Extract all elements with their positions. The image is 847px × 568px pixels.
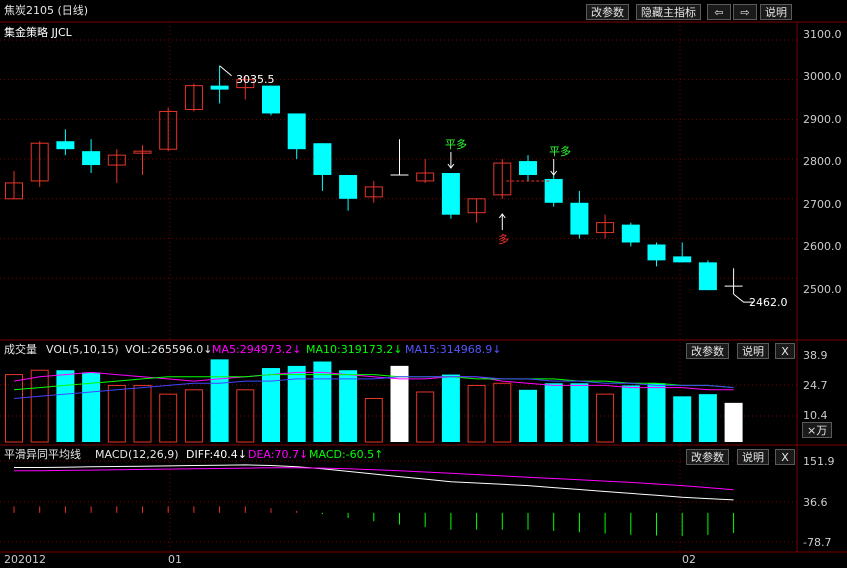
- price-tick: 2700.0: [803, 198, 842, 211]
- annotations: [219, 65, 754, 303]
- vol-ma5: MA5:294973.2↓: [212, 343, 302, 356]
- candles: [5, 65, 743, 295]
- macd-params-button[interactable]: 改参数: [686, 449, 729, 465]
- grid-lines: [0, 21, 847, 553]
- vol-tick: 38.9: [803, 349, 828, 362]
- volume-bar-down: [441, 374, 460, 442]
- macd-diff: DIFF:40.4↓: [186, 448, 247, 461]
- candle-body-down: [262, 85, 280, 114]
- volume-bar-down: [56, 370, 75, 442]
- volume-bar-up: [596, 393, 615, 443]
- volume-bar-down: [287, 365, 306, 442]
- candle-body-down: [698, 262, 717, 291]
- volume-bar-down: [519, 389, 537, 442]
- price-tick: 3100.0: [803, 28, 842, 41]
- volume-bar-up: [159, 393, 178, 443]
- candle-body-down: [544, 178, 563, 203]
- volume-bar-up: [467, 384, 486, 443]
- volume-bar-down: [313, 361, 332, 442]
- candle-body-down: [210, 85, 229, 90]
- candle-body-down: [519, 161, 537, 175]
- vol-help-button[interactable]: 说明: [737, 343, 769, 359]
- volume-bar-up: [493, 382, 512, 443]
- volume-bars: [5, 359, 743, 443]
- volume-bar-down: [210, 359, 229, 442]
- vol-ma10: MA10:319173.2↓: [306, 343, 403, 356]
- volume-bar-up: [364, 398, 383, 443]
- high-price-label: 3035.5: [236, 73, 275, 86]
- date-label: 01: [168, 553, 182, 566]
- volume-bar-up: [416, 391, 435, 443]
- vol-params-button[interactable]: 改参数: [686, 343, 729, 359]
- vol-tick: 10.4: [803, 409, 828, 422]
- vol-value: VOL:265596.0↓: [125, 343, 213, 356]
- volume-bar-down: [621, 385, 640, 442]
- macd-dea-line: [14, 467, 734, 491]
- signal-flat-long-1: 平多: [445, 138, 467, 151]
- volume-bar-down: [544, 383, 563, 442]
- candle-body-down: [313, 143, 332, 175]
- macd-dea: DEA:70.7↓: [248, 448, 309, 461]
- macd-value: MACD:-60.5↑: [309, 448, 384, 461]
- vol-close-button[interactable]: X: [775, 343, 795, 359]
- signal-flat-long-2: 平多: [549, 145, 571, 158]
- price-tick: 2800.0: [803, 155, 842, 168]
- macd-close-button[interactable]: X: [775, 449, 795, 465]
- macd-tick: -78.7: [803, 536, 832, 549]
- chart-canvas[interactable]: [0, 0, 847, 568]
- volume-bar-down: [262, 368, 280, 442]
- date-label: 202012: [4, 553, 46, 566]
- vol-params: VOL(5,10,15): [46, 343, 119, 356]
- volume-bar-down: [570, 383, 589, 442]
- volume-bar-down: [698, 394, 717, 442]
- volume-bar-down: [339, 370, 358, 442]
- candle-body-down: [287, 113, 306, 150]
- candle-body-down: [673, 256, 692, 263]
- candle-body-down: [56, 141, 75, 150]
- volume-bar-up: [236, 389, 255, 443]
- vol-unit-badge: ×万: [802, 422, 833, 438]
- candle-body-down: [441, 173, 460, 215]
- price-tick: 2600.0: [803, 240, 842, 253]
- candle-body-down: [621, 224, 640, 243]
- price-tick: 2900.0: [803, 113, 842, 126]
- volume-bar-up: [107, 384, 126, 443]
- macd-tick: 36.6: [803, 496, 828, 509]
- vol-tick: 24.7: [803, 379, 828, 392]
- macd-help-button[interactable]: 说明: [737, 449, 769, 465]
- signal-buy-long: 多: [498, 233, 509, 246]
- volume-bar-up: [30, 369, 49, 443]
- volume-bar-down: [724, 402, 743, 442]
- volume-bar-up: [184, 389, 203, 443]
- volume-bar-down: [647, 383, 666, 442]
- high-pointer-line: [219, 65, 232, 77]
- price-tick: 3000.0: [803, 70, 842, 83]
- date-label: 02: [682, 553, 696, 566]
- low-price-label: 2462.0: [749, 296, 788, 309]
- vol-ma15: MA15:314968.9↓: [405, 343, 502, 356]
- macd-lines: [13, 464, 735, 537]
- candle-body-down: [570, 202, 589, 235]
- candle-body-down: [339, 174, 358, 199]
- vol-panel-name: 成交量: [4, 343, 37, 356]
- macd-panel-name: 平滑异同平均线: [4, 448, 81, 461]
- macd-tick: 151.9: [803, 455, 835, 468]
- macd-params: MACD(12,26,9): [95, 448, 179, 461]
- candle-body-down: [647, 244, 666, 261]
- volume-bar-up: [133, 384, 152, 443]
- volume-bar-down: [673, 396, 692, 442]
- candle-body-down: [82, 151, 101, 166]
- price-tick: 2500.0: [803, 283, 842, 296]
